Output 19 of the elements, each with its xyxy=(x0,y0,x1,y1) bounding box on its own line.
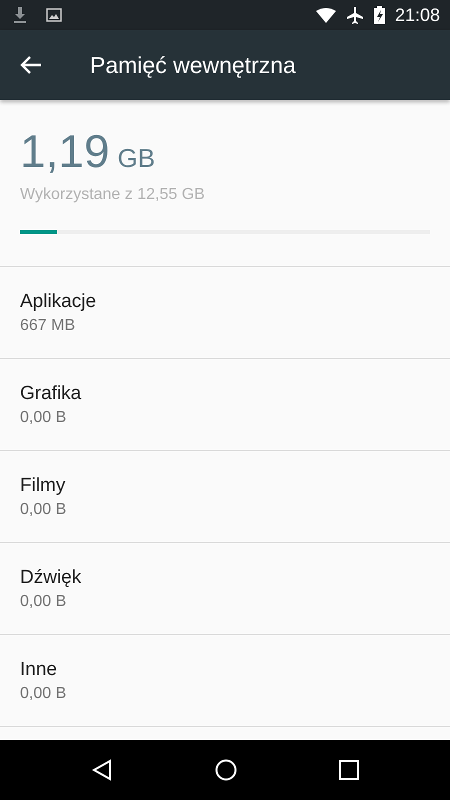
circle-home-icon xyxy=(215,759,237,781)
screen-title: Pamięć wewnętrzna xyxy=(90,52,296,78)
storage-category-item[interactable]: Inne 0,00 B xyxy=(0,635,450,727)
airplane-icon xyxy=(346,6,364,24)
clock-time: 21:08 xyxy=(394,4,440,26)
battery-icon xyxy=(374,6,385,24)
storage-category-item[interactable]: Grafika 0,00 B xyxy=(0,359,450,451)
triangle-back-icon xyxy=(91,759,113,781)
back-arrow-icon xyxy=(20,56,42,74)
storage-category-item[interactable]: Dźwięk 0,00 B xyxy=(0,543,450,635)
usage-caption: Wykorzystane z 12,55 GB xyxy=(20,186,206,204)
used-amount: 1,19 xyxy=(20,124,110,178)
square-recents-icon xyxy=(339,760,359,780)
image-icon xyxy=(46,8,62,22)
storage-category-item[interactable]: Filmy 0,00 B xyxy=(0,451,450,543)
download-icon xyxy=(14,7,26,23)
storage-category-item[interactable]: Aplikacje 667 MB xyxy=(0,267,450,359)
used-unit: GB xyxy=(118,143,156,174)
wifi-icon xyxy=(316,8,336,22)
